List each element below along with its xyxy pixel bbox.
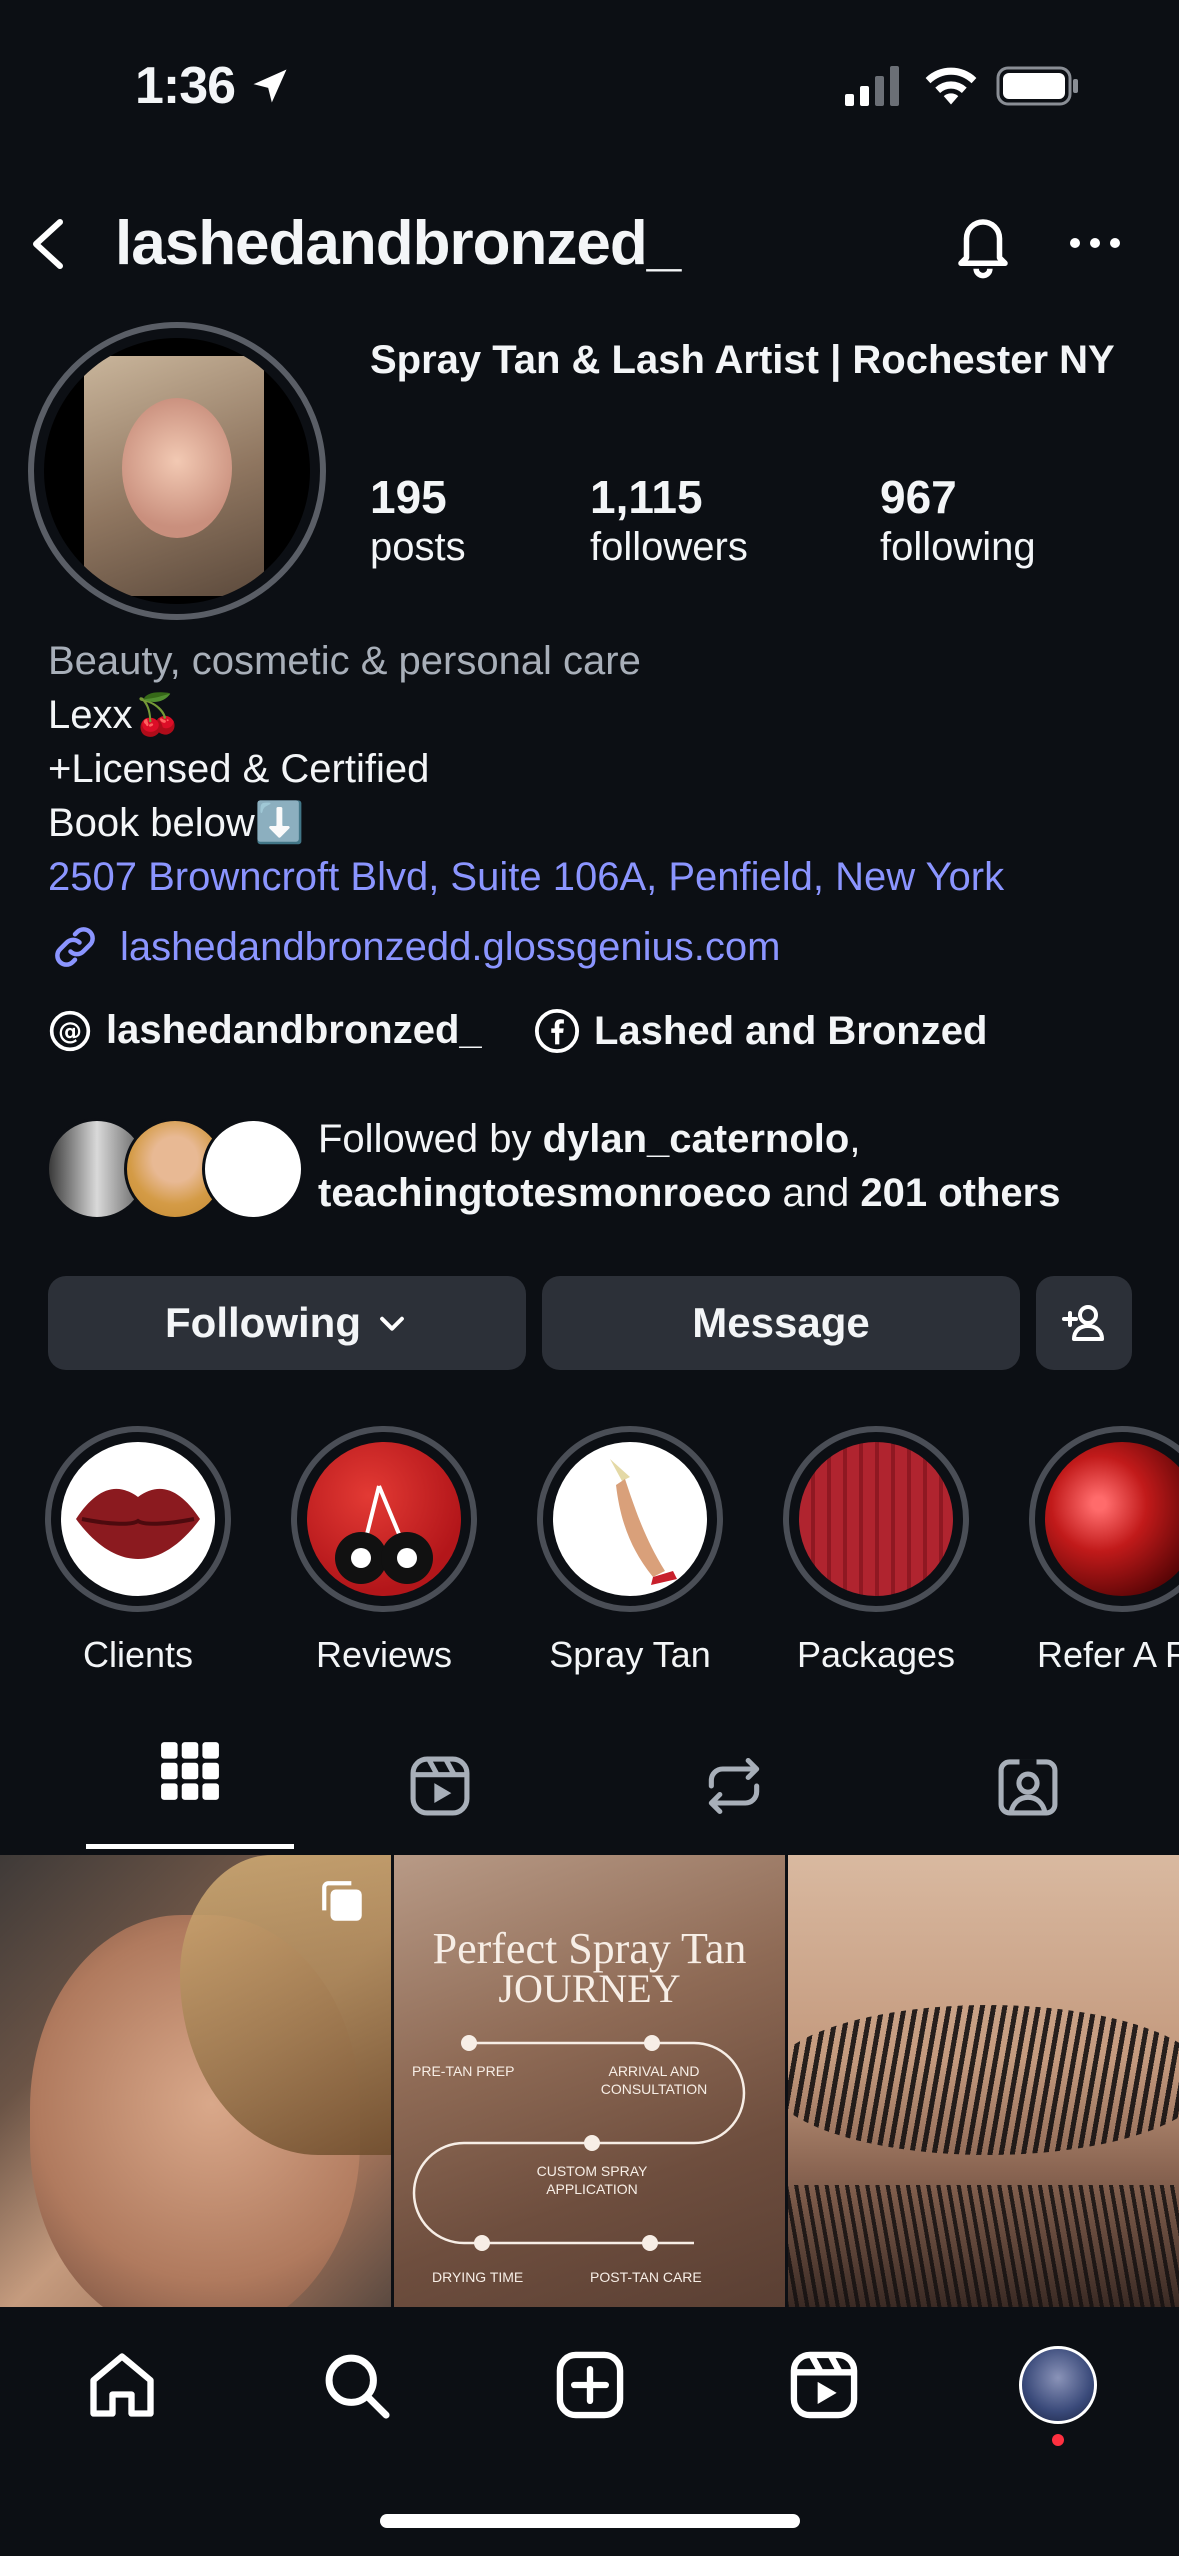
followed-by-comma: ,: [849, 1117, 861, 1161]
mutual-avatar-3: [202, 1118, 304, 1220]
followed-by-and: and: [771, 1171, 861, 1215]
highlight-label: Reviews: [315, 1634, 453, 1675]
reels-icon: [790, 2351, 858, 2419]
reels-tab-icon[interactable]: [406, 1752, 474, 1820]
highlight-packages[interactable]: Packages: [776, 1426, 976, 1676]
facebook-link[interactable]: Lashed and Bronzed: [534, 1008, 987, 1054]
svg-text:@: @: [58, 1017, 82, 1045]
followed-by-others: 201 others: [860, 1171, 1061, 1215]
nav-home[interactable]: [77, 2340, 167, 2430]
location-arrow-icon: [253, 69, 287, 103]
tab-active-indicator: [86, 1844, 294, 1849]
facebook-icon: [534, 1008, 580, 1054]
grid-icon: [161, 1742, 219, 1800]
back-arrow-icon[interactable]: [22, 212, 72, 276]
highlight-refer-a-friend[interactable]: Refer A Fri: [1022, 1426, 1179, 1676]
profile-avatar-small: [1019, 2346, 1097, 2424]
address-link[interactable]: 2507 Browncroft Blvd, Suite 106A, Penfie…: [48, 850, 1004, 904]
post-tile-lashes[interactable]: [788, 1855, 1179, 2307]
chevron-down-icon: [380, 1316, 404, 1331]
bell-icon[interactable]: [950, 208, 1016, 280]
tab-grid[interactable]: [86, 1740, 294, 1852]
profile-avatar: [28, 322, 326, 620]
nav-create[interactable]: [545, 2340, 635, 2430]
stat-posts[interactable]: 195 posts: [370, 472, 466, 571]
cherry-8ball-icon: [307, 1442, 461, 1596]
threads-link[interactable]: @ lashedandbronzed_: [48, 1008, 482, 1053]
highlight-label: Clients: [82, 1634, 194, 1675]
stat-posts-value: 195: [370, 471, 447, 523]
followed-by-text[interactable]: Followed by dylan_caternolo, teachingtote…: [318, 1112, 1148, 1220]
threads-handle: lashedandbronzed_: [106, 1008, 482, 1052]
status-time: 1:36: [135, 57, 236, 115]
reposts-tab-icon[interactable]: [700, 1752, 768, 1820]
step-drying-time: DRYING TIME: [432, 2269, 524, 2285]
nav-reels[interactable]: [779, 2340, 869, 2430]
step-arrival-line-1: ARRIVAL AND: [608, 2063, 700, 2079]
followed-by-user-2: teachingtotesmonroeco: [318, 1171, 772, 1215]
stat-followers-label: followers: [590, 524, 748, 569]
message-button-label: Message: [692, 1299, 870, 1346]
link-chain-icon: [55, 927, 95, 967]
stat-following[interactable]: 967 following: [880, 472, 1036, 571]
highlight-clients[interactable]: Clients: [38, 1426, 238, 1676]
add-person-icon: [1062, 1305, 1104, 1341]
highlight-label: Spray Tan: [549, 1634, 711, 1675]
nav-profile[interactable]: [1013, 2340, 1103, 2430]
highlight-label: Packages: [796, 1634, 956, 1675]
followed-by-user-1: dylan_caternolo: [542, 1117, 850, 1161]
profile-category: Beauty, cosmetic & personal care: [48, 639, 641, 683]
notification-dot: [1052, 2434, 1064, 2446]
plus-square-icon: [556, 2351, 624, 2419]
post-tile-spray-tan-journey[interactable]: Perfect Spray Tan JOURNEY PRE-TAN PREP A…: [394, 1855, 785, 2307]
battery-icon: [996, 66, 1078, 106]
step-post-tan-care: POST-TAN CARE: [590, 2269, 702, 2285]
followed-by-prefix: Followed by: [318, 1117, 543, 1161]
post-tile-selfie[interactable]: [0, 1855, 391, 2307]
stat-posts-label: posts: [370, 524, 466, 569]
suggest-people-button[interactable]: [1036, 1276, 1132, 1370]
more-options-icon[interactable]: [1068, 228, 1122, 258]
lash-line-photo: [788, 2005, 1179, 2155]
step-pre-tan-prep: PRE-TAN PREP: [412, 2063, 515, 2079]
highlight-spray-tan[interactable]: Spray Tan: [530, 1426, 730, 1676]
home-icon: [90, 2353, 154, 2417]
stat-following-label: following: [880, 524, 1036, 569]
bio-line-3: Book below⬇️: [48, 801, 305, 845]
highlight-reviews[interactable]: Reviews: [284, 1426, 484, 1676]
message-button[interactable]: Message: [542, 1276, 1020, 1370]
threads-icon: @: [49, 1010, 91, 1051]
wifi-icon: [925, 67, 977, 105]
home-indicator: [380, 2514, 800, 2528]
step-arrival-line-2: CONSULTATION: [600, 2081, 708, 2097]
lips-icon: [61, 1442, 215, 1596]
highlight-label: Refer A Fri: [1036, 1634, 1179, 1675]
mutual-followers-avatars[interactable]: [46, 1118, 304, 1220]
search-icon: [325, 2354, 390, 2419]
lower-lash-photo: [788, 2185, 1179, 2307]
website-link[interactable]: lashedandbronzedd.glossgenius.com: [120, 920, 780, 974]
stat-followers[interactable]: 1,115 followers: [590, 472, 748, 571]
following-button[interactable]: Following: [48, 1276, 526, 1370]
leg-cocktail-icon: [553, 1442, 707, 1596]
tagged-tab-icon[interactable]: [994, 1752, 1062, 1820]
bio-line-2: +Licensed & Certified: [48, 747, 430, 791]
red-cherry-icon: [1045, 1442, 1179, 1596]
step-custom-line-2: APPLICATION: [546, 2181, 638, 2197]
nav-search[interactable]: [311, 2340, 401, 2430]
red-stripes-icon: [799, 1442, 953, 1596]
facebook-name: Lashed and Bronzed: [594, 1008, 988, 1053]
following-button-label: Following: [165, 1299, 361, 1346]
profile-username-title: lashedandbronzed_: [115, 209, 681, 278]
display-name: Spray Tan & Lash Artist | Rochester NY: [370, 338, 1115, 382]
bio-line-1: Lexx🍒: [48, 693, 183, 737]
carousel-icon: [322, 1881, 362, 1921]
step-custom-line-1: CUSTOM SPRAY: [536, 2163, 648, 2179]
stat-following-value: 967: [880, 471, 957, 523]
stat-followers-value: 1,115: [590, 471, 703, 523]
cellular-signal-icon: [845, 66, 899, 106]
